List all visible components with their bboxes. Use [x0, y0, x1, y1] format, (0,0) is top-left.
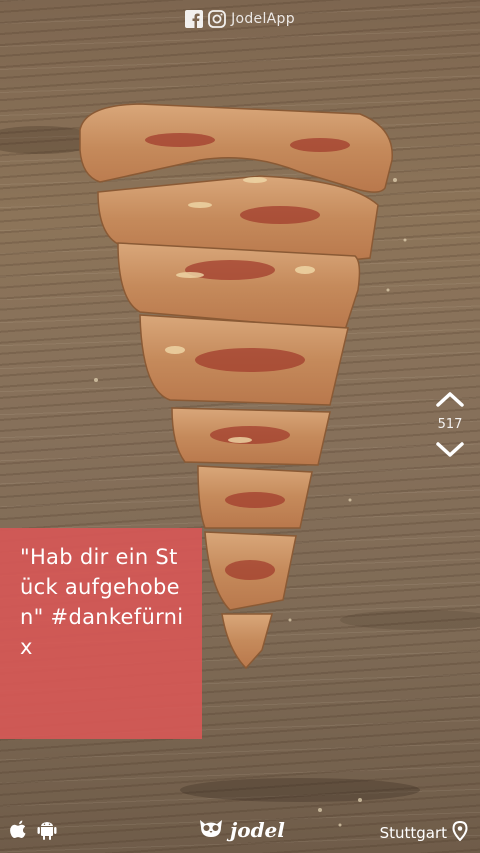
apple-icon: [8, 819, 30, 845]
platform-icons: [8, 819, 58, 845]
top-bar: JodelApp: [0, 8, 480, 30]
chevron-down-icon: [436, 442, 464, 457]
location-pin-icon: [452, 820, 468, 845]
vote-controls: 517: [428, 385, 472, 464]
post-text: "Hab dir ein Stück aufgehoben" #dankefür…: [20, 545, 184, 659]
post-text-card: "Hab dir ein Stück aufgehoben" #dankefür…: [0, 528, 202, 739]
app-handle: JodelApp: [231, 11, 295, 27]
location-name: Stuttgart: [379, 824, 447, 842]
downvote-button[interactable]: [432, 436, 468, 464]
instagram-icon: [208, 10, 226, 28]
brand-name: jodel: [230, 818, 285, 842]
post-location: Stuttgart: [379, 820, 468, 845]
android-icon: [36, 819, 58, 845]
bottom-bar: jodel Stuttgart: [0, 809, 480, 853]
jodel-brand: jodel: [198, 817, 285, 843]
chevron-up-icon: [436, 392, 464, 407]
jodel-owl-icon: [198, 817, 224, 843]
upvote-button[interactable]: [432, 385, 468, 413]
jodel-post-screen: JodelApp 517 "Hab dir ein Stück aufgehob…: [0, 0, 480, 853]
facebook-icon: [185, 10, 204, 28]
vote-count: 517: [437, 417, 463, 432]
